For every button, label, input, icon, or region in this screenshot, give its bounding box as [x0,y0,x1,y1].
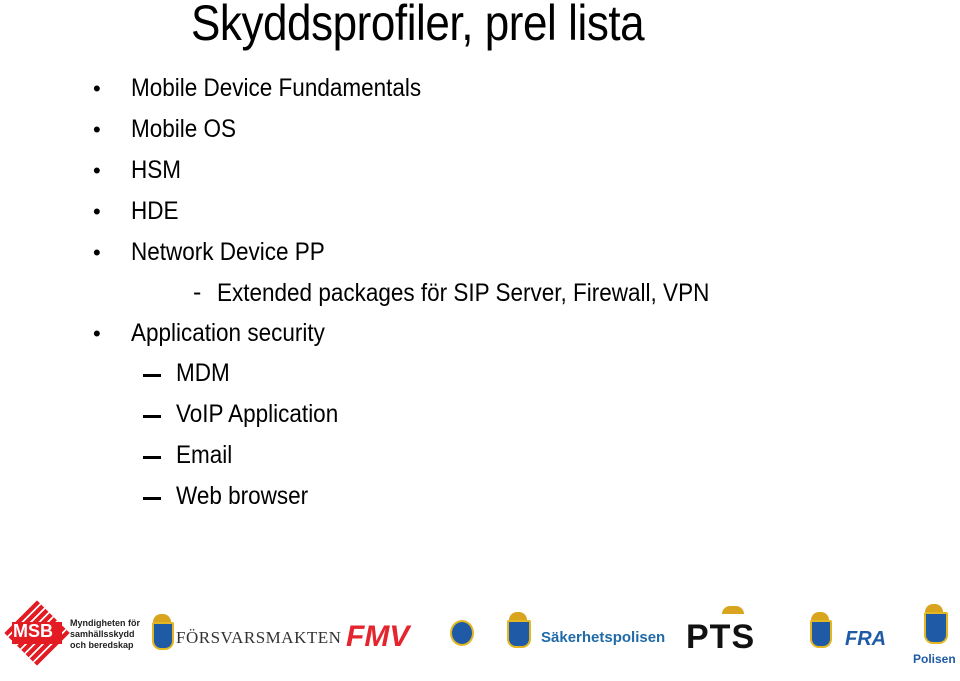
bullet-marker: • [93,199,101,224]
agency-logos-strip: MSB Myndigheten för samhällsskydd och be… [0,600,960,681]
bullet-marker: • [93,158,101,183]
bullet-marker: • [93,117,101,142]
msb-mark-text: MSB [13,621,53,641]
bullet-hde: HDE [131,197,179,225]
msb-description: Myndigheten för samhällsskydd och bereds… [70,618,140,650]
crown-icon [153,614,171,622]
dash-icon [143,497,161,500]
bullet-application-security: Application security [131,319,325,347]
bullet-network-device-pp: Network Device PP [131,238,325,266]
crown-icon [509,612,527,620]
bullet-marker: • [93,240,101,265]
crown-icon [811,612,829,620]
slide-title: Skyddsprofiler, prel lista [191,0,645,51]
crown-icon [722,606,744,614]
bullet-marker: • [93,76,101,101]
bullet-hsm: HSM [131,156,182,184]
dash-icon [143,415,161,418]
crest-icon [152,622,174,650]
sub-item-web-browser: Web browser [176,482,309,510]
crown-icon [925,604,943,612]
sub-item-extended-packages: Extended packages för SIP Server, Firewa… [217,279,710,307]
crest-icon [450,620,474,646]
crest-icon [924,612,948,644]
sub-item-dash: - [193,278,202,306]
dash-icon [143,456,161,459]
bullet-marker: • [93,321,101,346]
sub-item-email: Email [176,441,233,469]
sub-item-mdm: MDM [176,359,230,387]
sub-item-voip-application: VoIP Application [176,400,339,428]
bullet-mobile-device-fundamentals: Mobile Device Fundamentals [131,74,422,102]
bullet-mobile-os: Mobile OS [131,115,237,143]
dash-icon [143,374,161,377]
crest-icon [507,620,531,648]
crest-icon [810,620,832,648]
